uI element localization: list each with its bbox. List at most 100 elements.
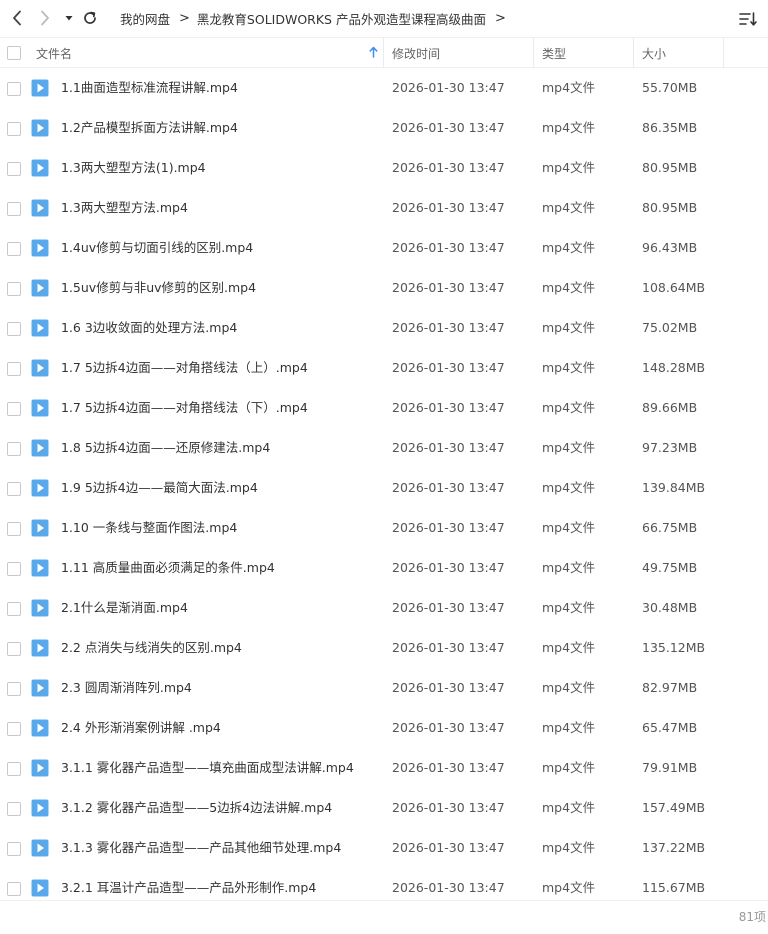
file-modified-time: 2026-01-30 13:47: [392, 560, 505, 575]
row-checkbox[interactable]: [7, 402, 21, 416]
row-checkbox[interactable]: [7, 442, 21, 456]
breadcrumb-item-current-folder[interactable]: 黑龙教育SOLIDWORKS 产品外观造型课程高级曲面: [197, 9, 486, 28]
row-checkbox[interactable]: [7, 562, 21, 576]
file-name[interactable]: 1.2产品模型拆面方法讲解.mp4: [61, 108, 238, 148]
row-checkbox[interactable]: [7, 522, 21, 536]
file-row[interactable]: 2.3 圆周渐消阵列.mp4 2026-01-30 13:47 mp4文件 82…: [0, 668, 768, 708]
file-row[interactable]: 2.1什么是渐消面.mp4 2026-01-30 13:47 mp4文件 30.…: [0, 588, 768, 628]
item-count: 81项: [738, 910, 766, 924]
row-checkbox[interactable]: [7, 642, 21, 656]
video-file-icon: [31, 679, 49, 697]
file-row[interactable]: 1.3两大塑型方法(1).mp4 2026-01-30 13:47 mp4文件 …: [0, 148, 768, 188]
file-row[interactable]: 1.1曲面造型标准流程讲解.mp4 2026-01-30 13:47 mp4文件…: [0, 68, 768, 108]
file-name[interactable]: 1.4uv修剪与切面引线的区别.mp4: [61, 228, 253, 268]
file-name[interactable]: 1.11 高质量曲面必须满足的条件.mp4: [61, 548, 275, 588]
sort-options-button[interactable]: [738, 9, 758, 29]
breadcrumb-item-my-drive[interactable]: 我的网盘: [120, 9, 170, 28]
chevron-right-icon: [39, 10, 51, 26]
file-name[interactable]: 2.2 点消失与线消失的区别.mp4: [61, 628, 242, 668]
file-row[interactable]: 1.7 5边拆4边面——对角搭线法（下）.mp4 2026-01-30 13:4…: [0, 388, 768, 428]
column-header-modified[interactable]: 修改时间: [392, 38, 440, 68]
history-dropdown-button[interactable]: [59, 8, 79, 28]
video-file-icon: [31, 639, 49, 657]
column-header-name[interactable]: 文件名: [36, 38, 382, 68]
forward-button[interactable]: [35, 8, 55, 28]
row-checkbox[interactable]: [7, 162, 21, 176]
file-row[interactable]: 1.10 一条线与整面作图法.mp4 2026-01-30 13:47 mp4文…: [0, 508, 768, 548]
video-file-icon: [31, 159, 49, 177]
file-type: mp4文件: [542, 720, 596, 735]
file-type: mp4文件: [542, 840, 596, 855]
row-checkbox[interactable]: [7, 802, 21, 816]
file-row[interactable]: 1.11 高质量曲面必须满足的条件.mp4 2026-01-30 13:47 m…: [0, 548, 768, 588]
file-row[interactable]: 3.1.3 雾化器产品造型——产品其他细节处理.mp4 2026-01-30 1…: [0, 828, 768, 868]
row-checkbox[interactable]: [7, 322, 21, 336]
select-all-checkbox[interactable]: [7, 46, 21, 60]
file-type: mp4文件: [542, 440, 596, 455]
column-header-size[interactable]: 大小: [642, 38, 666, 68]
row-checkbox[interactable]: [7, 282, 21, 296]
file-name[interactable]: 1.3两大塑型方法(1).mp4: [61, 148, 206, 188]
column-divider[interactable]: [633, 38, 634, 68]
video-file-icon: [31, 439, 49, 457]
file-size: 75.02MB: [642, 320, 698, 335]
file-modified-time: 2026-01-30 13:47: [392, 840, 505, 855]
file-name[interactable]: 1.7 5边拆4边面——对角搭线法（上）.mp4: [61, 348, 308, 388]
file-row[interactable]: 1.5uv修剪与非uv修剪的区别.mp4 2026-01-30 13:47 mp…: [0, 268, 768, 308]
row-checkbox[interactable]: [7, 882, 21, 896]
file-name[interactable]: 1.10 一条线与整面作图法.mp4: [61, 508, 237, 548]
row-checkbox[interactable]: [7, 842, 21, 856]
file-type: mp4文件: [542, 200, 596, 215]
back-button[interactable]: [7, 8, 27, 28]
column-divider[interactable]: [723, 38, 724, 68]
row-checkbox[interactable]: [7, 722, 21, 736]
row-checkbox[interactable]: [7, 482, 21, 496]
file-name[interactable]: 1.5uv修剪与非uv修剪的区别.mp4: [61, 268, 256, 308]
row-checkbox[interactable]: [7, 122, 21, 136]
row-checkbox[interactable]: [7, 762, 21, 776]
file-row[interactable]: 1.4uv修剪与切面引线的区别.mp4 2026-01-30 13:47 mp4…: [0, 228, 768, 268]
file-type: mp4文件: [542, 400, 596, 415]
file-row[interactable]: 3.1.2 雾化器产品造型——5边拆4边法讲解.mp4 2026-01-30 1…: [0, 788, 768, 828]
file-name[interactable]: 1.9 5边拆4边——最简大面法.mp4: [61, 468, 258, 508]
file-name[interactable]: 3.1.2 雾化器产品造型——5边拆4边法讲解.mp4: [61, 788, 332, 828]
file-row[interactable]: 1.2产品模型拆面方法讲解.mp4 2026-01-30 13:47 mp4文件…: [0, 108, 768, 148]
file-name[interactable]: 2.1什么是渐消面.mp4: [61, 588, 188, 628]
column-divider[interactable]: [383, 38, 384, 68]
file-modified-time: 2026-01-30 13:47: [392, 480, 505, 495]
file-row[interactable]: 1.7 5边拆4边面——对角搭线法（上）.mp4 2026-01-30 13:4…: [0, 348, 768, 388]
row-checkbox[interactable]: [7, 362, 21, 376]
file-name[interactable]: 1.6 3边收敛面的处理方法.mp4: [61, 308, 237, 348]
file-size: 157.49MB: [642, 800, 706, 815]
file-type: mp4文件: [542, 520, 596, 535]
file-type: mp4文件: [542, 600, 596, 615]
file-name[interactable]: 3.1.3 雾化器产品造型——产品其他细节处理.mp4: [61, 828, 341, 868]
file-row[interactable]: 1.8 5边拆4边面——还原修建法.mp4 2026-01-30 13:47 m…: [0, 428, 768, 468]
row-checkbox[interactable]: [7, 202, 21, 216]
row-checkbox[interactable]: [7, 682, 21, 696]
file-row[interactable]: 1.9 5边拆4边——最简大面法.mp4 2026-01-30 13:47 mp…: [0, 468, 768, 508]
row-checkbox[interactable]: [7, 82, 21, 96]
file-modified-time: 2026-01-30 13:47: [392, 520, 505, 535]
file-name[interactable]: 1.3两大塑型方法.mp4: [61, 188, 188, 228]
file-name[interactable]: 1.7 5边拆4边面——对角搭线法（下）.mp4: [61, 388, 308, 428]
column-header-type[interactable]: 类型: [542, 38, 566, 68]
top-toolbar: 我的网盘 > 黑龙教育SOLIDWORKS 产品外观造型课程高级曲面 >: [0, 0, 768, 37]
row-checkbox[interactable]: [7, 242, 21, 256]
file-row[interactable]: 1.6 3边收敛面的处理方法.mp4 2026-01-30 13:47 mp4文…: [0, 308, 768, 348]
video-file-icon: [31, 119, 49, 137]
file-row[interactable]: 2.4 外形渐消案例讲解 .mp4 2026-01-30 13:47 mp4文件…: [0, 708, 768, 748]
column-divider[interactable]: [533, 38, 534, 68]
file-name[interactable]: 2.4 外形渐消案例讲解 .mp4: [61, 708, 221, 748]
file-row[interactable]: 2.2 点消失与线消失的区别.mp4 2026-01-30 13:47 mp4文…: [0, 628, 768, 668]
file-name[interactable]: 1.8 5边拆4边面——还原修建法.mp4: [61, 428, 270, 468]
file-name[interactable]: 3.1.1 雾化器产品造型——填充曲面成型法讲解.mp4: [61, 748, 354, 788]
file-name[interactable]: 1.1曲面造型标准流程讲解.mp4: [61, 68, 238, 108]
file-name[interactable]: 2.3 圆周渐消阵列.mp4: [61, 668, 192, 708]
video-file-icon: [31, 279, 49, 297]
row-checkbox[interactable]: [7, 602, 21, 616]
file-row[interactable]: 3.1.1 雾化器产品造型——填充曲面成型法讲解.mp4 2026-01-30 …: [0, 748, 768, 788]
file-size: 30.48MB: [642, 600, 698, 615]
refresh-button[interactable]: [80, 8, 100, 28]
file-row[interactable]: 1.3两大塑型方法.mp4 2026-01-30 13:47 mp4文件 80.…: [0, 188, 768, 228]
